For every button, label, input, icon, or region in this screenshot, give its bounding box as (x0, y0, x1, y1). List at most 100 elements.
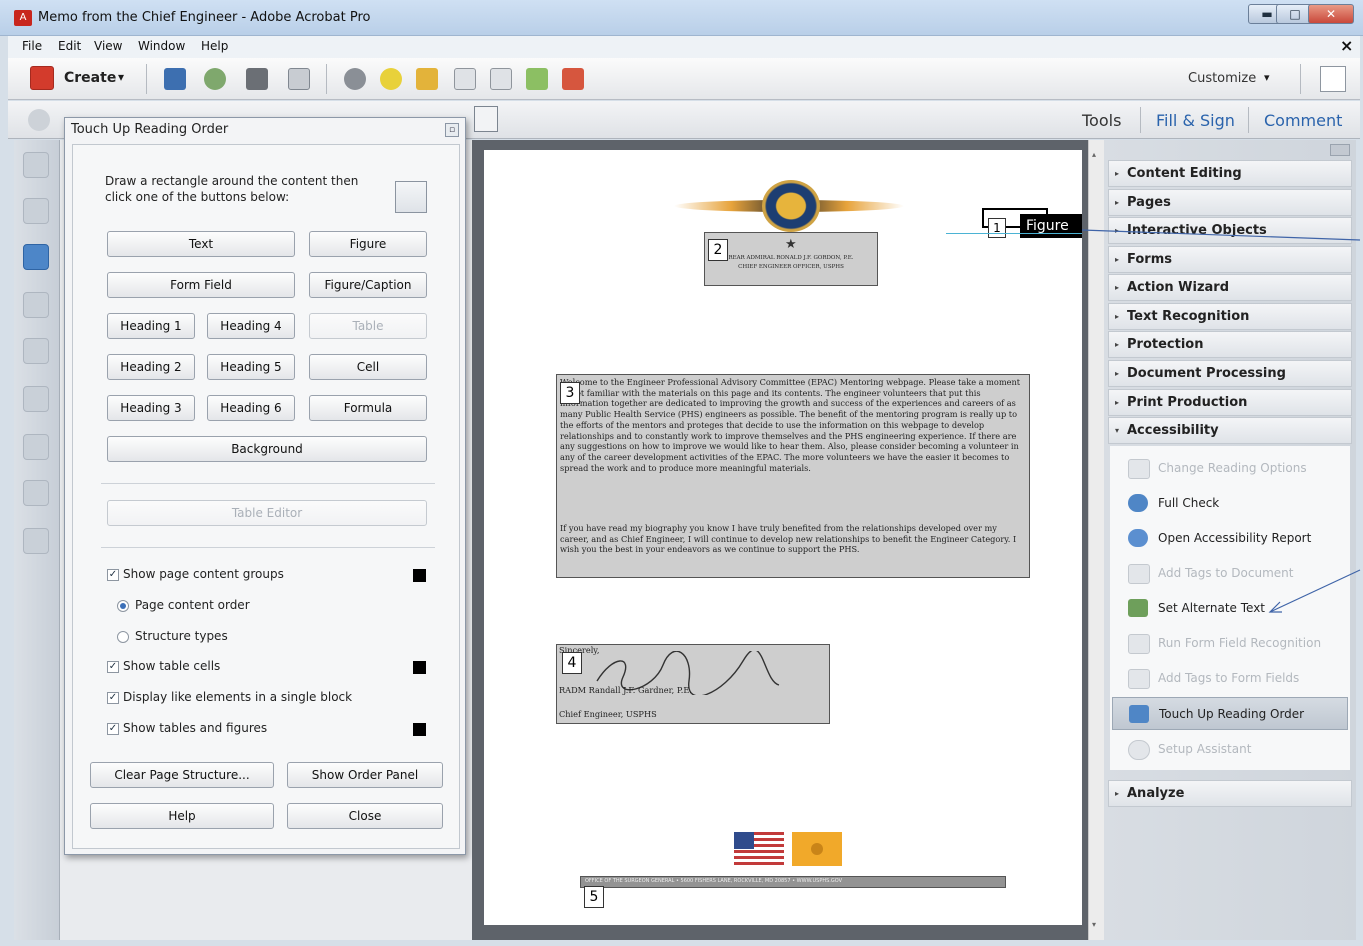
menu-bar: File Edit View Window Help × (8, 36, 1360, 58)
chevron-down-icon: ▾ (118, 70, 125, 84)
create-button[interactable]: Create ▾ (30, 66, 138, 92)
tags-icon[interactable] (23, 528, 49, 554)
reading-order-region[interactable]: Welcome to the Engineer Professional Adv… (556, 374, 1030, 578)
main-toolbar: Create ▾ Customize ▾ (8, 58, 1360, 100)
show-page-content-groups-checkbox[interactable]: ✓ (107, 569, 119, 581)
sign-icon[interactable] (562, 68, 584, 90)
show-table-cells-checkbox[interactable]: ✓ (107, 661, 119, 673)
touch-up-reading-order-item[interactable]: Touch Up Reading Order (1112, 697, 1348, 730)
figures-color-swatch[interactable] (413, 723, 426, 736)
heading-5-button[interactable]: Heading 5 (207, 354, 295, 380)
signer-name: RADM Randall J.F. Gardner, P.E. (559, 685, 692, 695)
reading-order-region[interactable]: OFFICE OF THE SURGEON GENERAL • 5600 FIS… (580, 876, 1006, 888)
text-button[interactable]: Text (107, 231, 295, 257)
run-form-field-recognition-item[interactable]: Run Form Field Recognition (1112, 627, 1348, 660)
dialog-close-icon[interactable]: ▫ (445, 123, 459, 137)
create-pdf-icon (30, 66, 54, 90)
window-close-button[interactable]: ✕ (1308, 4, 1354, 24)
comment-icon[interactable] (380, 68, 402, 90)
content-icon[interactable] (23, 434, 49, 460)
page-content-order-radio[interactable] (117, 600, 129, 612)
region-number: 2 (708, 239, 728, 261)
gear-icon[interactable] (344, 68, 366, 90)
heading-1-button[interactable]: Heading 1 (107, 313, 195, 339)
menu-file[interactable]: File (22, 39, 42, 53)
menu-window[interactable]: Window (138, 39, 185, 53)
section-pages[interactable]: ▸ Pages (1108, 189, 1352, 216)
heading-3-button[interactable]: Heading 3 (107, 395, 195, 421)
add-tags-to-form-fields-item[interactable]: Add Tags to Form Fields (1112, 662, 1348, 695)
zoom-order-icon[interactable] (395, 181, 427, 213)
link-line (946, 233, 1082, 234)
export-icon[interactable] (526, 68, 548, 90)
figure-caption-button[interactable]: Figure/Caption (309, 272, 427, 298)
structure-types-radio[interactable] (117, 631, 129, 643)
navigation-rail (14, 140, 60, 940)
instructions-text: Draw a rectangle around the content then… (105, 174, 359, 204)
pages-icon[interactable] (490, 68, 512, 90)
clear-page-structure-button[interactable]: Clear Page Structure... (90, 762, 274, 788)
figure-button[interactable]: Figure (309, 231, 427, 257)
region-number: 4 (562, 652, 582, 674)
region-number: 1 (988, 218, 1006, 238)
accessibility-icon[interactable] (23, 244, 49, 270)
save-icon[interactable] (164, 68, 186, 90)
reading-order-region[interactable]: ★ REAR ADMIRAL RONALD J.F. GORDON, P.E. … (704, 232, 878, 286)
reading-order-region[interactable]: Sincerely, RADM Randall J.F. Gardner, P.… (556, 644, 830, 724)
footer-text: OFFICE OF THE SURGEON GENERAL • 5600 FIS… (585, 878, 843, 884)
document-page[interactable]: ★ REAR ADMIRAL RONALD J.F. GORDON, P.E. … (484, 150, 1082, 925)
bookmarks-icon[interactable] (23, 198, 49, 224)
scroll-up-icon[interactable]: ▴ (1092, 150, 1096, 159)
page-thumbnails-icon[interactable] (23, 152, 49, 178)
menu-help[interactable]: Help (201, 39, 228, 53)
cloud-upload-icon[interactable] (204, 68, 226, 90)
heading-6-button[interactable]: Heading 6 (207, 395, 295, 421)
tab-tools[interactable]: Tools (1082, 111, 1121, 130)
display-like-elements-checkbox[interactable]: ✓ (107, 692, 119, 704)
groups-color-swatch[interactable] (413, 569, 426, 582)
form-field-button[interactable]: Form Field (107, 272, 295, 298)
home-icon[interactable] (28, 109, 50, 131)
region-number: 3 (560, 382, 580, 404)
seal-logo (762, 180, 820, 232)
menu-view[interactable]: View (94, 39, 122, 53)
section-analyze[interactable]: ▸ Analyze (1108, 780, 1352, 807)
reading-order-icon (1129, 705, 1149, 723)
show-page-content-groups-label: Show page content groups (123, 567, 284, 581)
help-button[interactable]: Help (90, 803, 274, 829)
attachments-icon[interactable] (23, 292, 49, 318)
scroll-down-icon[interactable]: ▾ (1092, 920, 1096, 929)
formula-button[interactable]: Formula (309, 395, 427, 421)
heading-2-button[interactable]: Heading 2 (107, 354, 195, 380)
pane-options-icon[interactable] (1330, 144, 1350, 156)
close-document-button[interactable]: × (1340, 36, 1353, 55)
layers-icon[interactable] (23, 338, 49, 364)
signatures-icon[interactable] (23, 386, 49, 412)
customize-button[interactable]: Customize (1188, 71, 1256, 86)
heading-4-button[interactable]: Heading 4 (207, 313, 295, 339)
usphs-flag-image (792, 832, 842, 866)
tab-comment[interactable]: Comment (1264, 111, 1342, 130)
tab-fill-sign[interactable]: Fill & Sign (1156, 111, 1235, 130)
setup-assistant-item[interactable]: Setup Assistant (1112, 733, 1348, 766)
table-editor-button[interactable]: Table Editor (107, 500, 427, 526)
show-tables-figures-checkbox[interactable]: ✓ (107, 723, 119, 735)
print-icon[interactable] (246, 68, 268, 90)
section-content-editing[interactable]: ▸ Content Editing (1108, 160, 1352, 187)
close-button[interactable]: Close (287, 803, 443, 829)
annotation-arrows (1081, 229, 1361, 613)
background-button[interactable]: Background (107, 436, 427, 462)
page-icon[interactable] (454, 68, 476, 90)
menu-edit[interactable]: Edit (58, 39, 81, 53)
cell-button[interactable]: Cell (309, 354, 427, 380)
table-button[interactable]: Table (309, 313, 427, 339)
order-icon[interactable] (23, 480, 49, 506)
structure-types-label: Structure types (135, 629, 228, 643)
email-icon[interactable] (288, 68, 310, 90)
title-bar: A Memo from the Chief Engineer - Adobe A… (0, 0, 1363, 36)
expand-icon[interactable] (1320, 66, 1346, 92)
show-order-panel-button[interactable]: Show Order Panel (287, 762, 443, 788)
highlight-icon[interactable] (416, 68, 438, 90)
cells-color-swatch[interactable] (413, 661, 426, 674)
fit-page-icon[interactable] (474, 106, 498, 132)
